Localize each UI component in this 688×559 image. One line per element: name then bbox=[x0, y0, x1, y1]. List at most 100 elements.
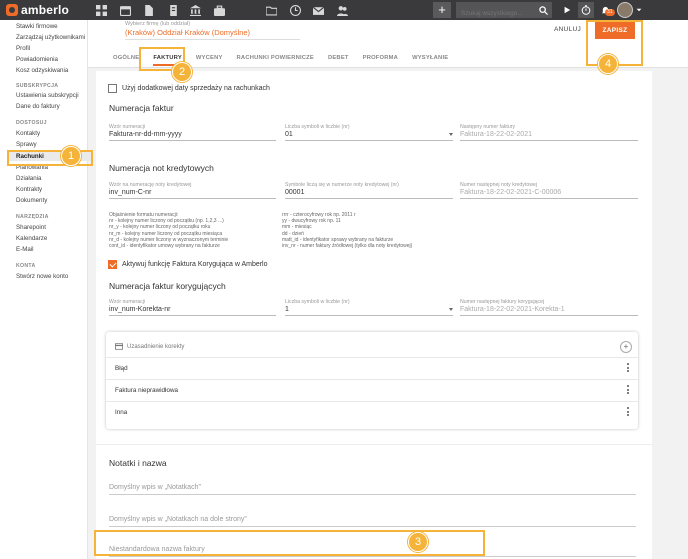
numbering-format-legend: Objaśnienie formatu numeracji: nr - kole… bbox=[109, 212, 229, 250]
amberlo-logo[interactable]: amberlo bbox=[6, 3, 69, 17]
invoice-digits-label: Liczba symboli w liczbie (nr) bbox=[285, 124, 350, 130]
sidebar-section-tools: NARZĘDZIA bbox=[16, 214, 49, 220]
next-credit-label: Numer następnej noty kredytowej bbox=[460, 182, 537, 188]
sidebar-item-subscription-settings[interactable]: Ustawienia subskrypcji bbox=[16, 92, 79, 99]
more-vert-icon[interactable] bbox=[627, 407, 630, 416]
next-credit-value: Faktura-18-22-02-2021-C-00006 bbox=[460, 189, 638, 199]
corr-pattern-label: Wzór numeracji bbox=[109, 299, 146, 305]
extra-sale-date-option[interactable]: Użyj dodatkowej daty sprzedaży na rachun… bbox=[108, 84, 270, 93]
corr-digits-value: 1 bbox=[285, 306, 289, 313]
next-invoice-label: Następny numer faktury bbox=[460, 124, 516, 130]
tab-proforma[interactable]: PROFORMA bbox=[363, 55, 398, 66]
tab-sending[interactable]: WYSYŁANIE bbox=[412, 55, 448, 66]
default-footer-notes-field[interactable]: Domyślny wpis w „Notatkach na dole stron… bbox=[109, 516, 636, 527]
folder-icon[interactable] bbox=[264, 3, 278, 17]
more-vert-icon[interactable] bbox=[627, 385, 630, 394]
stopwatch-icon[interactable] bbox=[578, 2, 594, 18]
sidebar-item-firm-rates[interactable]: Stawki firmowe bbox=[16, 23, 58, 30]
invoice-icon[interactable] bbox=[166, 3, 180, 17]
sidebar-item-contracts[interactable]: Kontrakty bbox=[16, 186, 42, 193]
list-item: Inna bbox=[106, 401, 638, 423]
credit-notes-title: Numeracja not kredytowych bbox=[109, 163, 214, 173]
credit-digits-label: Symbole liczą się w numerze noty kredyto… bbox=[285, 182, 399, 188]
credit-pattern-label: Wzór na numerację noty kredytowej bbox=[109, 182, 192, 188]
sidebar-section-subscription: SUBSKRYPCJA bbox=[16, 83, 59, 89]
company-select[interactable]: (Kraków) Oddział Kraków (Domyślne) bbox=[125, 28, 300, 40]
briefcase-icon[interactable] bbox=[212, 3, 226, 17]
clock-icon[interactable] bbox=[288, 3, 302, 17]
sidebar-item-recycle-bin[interactable]: Kosz odzyskiwania bbox=[16, 67, 68, 74]
invoice-pattern-input[interactable]: Faktura-nr-dd-mm-yyyy bbox=[109, 131, 276, 141]
credit-card-icon bbox=[115, 343, 123, 350]
activate-corrections-option[interactable]: Aktywuj funkcję Faktura Korygująca w Amb… bbox=[108, 260, 268, 269]
callout-badge-4: 4 bbox=[598, 54, 618, 74]
credit-pattern-input[interactable]: inv_num-C-nr bbox=[109, 189, 276, 199]
correction-reasons-header: Uzasadnienie korekty bbox=[115, 343, 184, 350]
activate-corrections-checkbox[interactable] bbox=[108, 260, 117, 269]
numbering-format-legend-2: rrrr - czterocyfrowy rok np. 2011 r yy -… bbox=[282, 212, 413, 250]
sidebar-item-matters[interactable]: Sprawy bbox=[16, 141, 37, 148]
next-correction-label: Numer następnej faktury korygującej bbox=[460, 299, 545, 305]
reason-label: Inna bbox=[115, 409, 128, 416]
notification-count: 31 bbox=[605, 9, 615, 16]
cancel-button[interactable]: ANULUJ bbox=[554, 26, 581, 33]
callout-badge-3: 3 bbox=[408, 532, 428, 552]
chevron-down-icon bbox=[449, 308, 453, 311]
calendar-icon[interactable] bbox=[118, 3, 132, 17]
correction-reasons-card: Uzasadnienie korekty + Błąd Faktura niep… bbox=[106, 332, 638, 429]
amberlo-logo-mark bbox=[6, 4, 18, 16]
company-select-label: Wybierz firmę (lub oddział) bbox=[125, 21, 191, 27]
sidebar-item-invoice-data[interactable]: Dane do faktury bbox=[16, 103, 60, 110]
reason-label: Faktura nieprawidłowa bbox=[115, 387, 178, 394]
extra-sale-date-label: Użyj dodatkowej daty sprzedaży na rachun… bbox=[122, 85, 270, 92]
document-icon[interactable] bbox=[141, 3, 155, 17]
tab-trust-invoices[interactable]: RACHUNKI POWIERNICZE bbox=[237, 55, 314, 66]
people-icon[interactable] bbox=[335, 3, 349, 17]
mail-icon[interactable] bbox=[311, 3, 325, 17]
invoice-pattern-label: Wzór numeracji bbox=[109, 124, 146, 130]
reason-label: Błąd bbox=[115, 365, 128, 372]
sidebar-item-sharepoint[interactable]: Sharepoint bbox=[16, 224, 46, 231]
add-reason-button[interactable]: + bbox=[620, 341, 632, 353]
sidebar-item-profile[interactable]: Profil bbox=[16, 45, 30, 52]
callout-badge-1: 1 bbox=[61, 146, 81, 166]
next-correction-value: Faktura-18-22-02-2021-Korekta-1 bbox=[460, 306, 638, 316]
dashboard-icon[interactable] bbox=[94, 3, 108, 17]
top-bar: amberlo + 31 bbox=[0, 0, 688, 22]
chevron-down-icon bbox=[449, 133, 453, 136]
more-vert-icon[interactable] bbox=[627, 363, 630, 372]
credit-digits-input[interactable]: 00001 bbox=[285, 189, 453, 199]
tab-debit[interactable]: DEBET bbox=[328, 55, 349, 66]
invoice-digits-select[interactable]: 01 bbox=[285, 131, 453, 141]
sidebar-item-documents[interactable]: Dokumenty bbox=[16, 197, 47, 204]
invoice-digits-value: 01 bbox=[285, 131, 293, 138]
sidebar-item-notifications[interactable]: Powiadomienia bbox=[16, 56, 58, 63]
sidebar-section-customize: DOSTOSUJ bbox=[16, 120, 47, 126]
extra-sale-date-checkbox[interactable] bbox=[108, 84, 117, 93]
sidebar-item-email[interactable]: E-Mail bbox=[16, 246, 34, 253]
default-notes-field[interactable]: Domyślny wpis w „Notatkach” bbox=[109, 484, 636, 495]
sidebar-item-activities[interactable]: Działania bbox=[16, 175, 41, 182]
bell-icon[interactable]: 31 bbox=[597, 2, 615, 18]
bank-icon[interactable] bbox=[188, 3, 202, 17]
sidebar-item-manage-users[interactable]: Zarządzaj użytkownikami bbox=[16, 34, 85, 41]
play-icon[interactable] bbox=[559, 2, 575, 18]
sidebar-item-contacts[interactable]: Kontakty bbox=[16, 130, 40, 137]
next-invoice-value: Faktura-18-22-02-2021 bbox=[460, 131, 638, 141]
chevron-down-icon[interactable] bbox=[635, 2, 643, 18]
add-new-button[interactable]: + bbox=[433, 2, 451, 18]
sidebar-item-create-account[interactable]: Stwórz nowe konto bbox=[16, 273, 68, 280]
global-search bbox=[456, 2, 552, 22]
tab-general[interactable]: OGÓLNE bbox=[113, 55, 139, 66]
avatar[interactable] bbox=[617, 2, 633, 18]
search-icon[interactable] bbox=[534, 2, 552, 18]
tab-quotes[interactable]: WYCENY bbox=[196, 55, 223, 66]
sidebar-section-accounts: KONTA bbox=[16, 263, 36, 269]
corr-pattern-input[interactable]: inv_num-Korekta-nr bbox=[109, 306, 276, 316]
settings-sidebar: Stawki firmowe Zarządzaj użytkownikami P… bbox=[0, 20, 92, 559]
corr-digits-select[interactable]: 1 bbox=[285, 306, 453, 316]
callout-badge-2: 2 bbox=[172, 62, 192, 82]
sidebar-item-calendars[interactable]: Kalendarze bbox=[16, 235, 47, 242]
list-item: Faktura nieprawidłowa bbox=[106, 379, 638, 401]
activate-corrections-label: Aktywuj funkcję Faktura Korygująca w Amb… bbox=[122, 261, 268, 268]
